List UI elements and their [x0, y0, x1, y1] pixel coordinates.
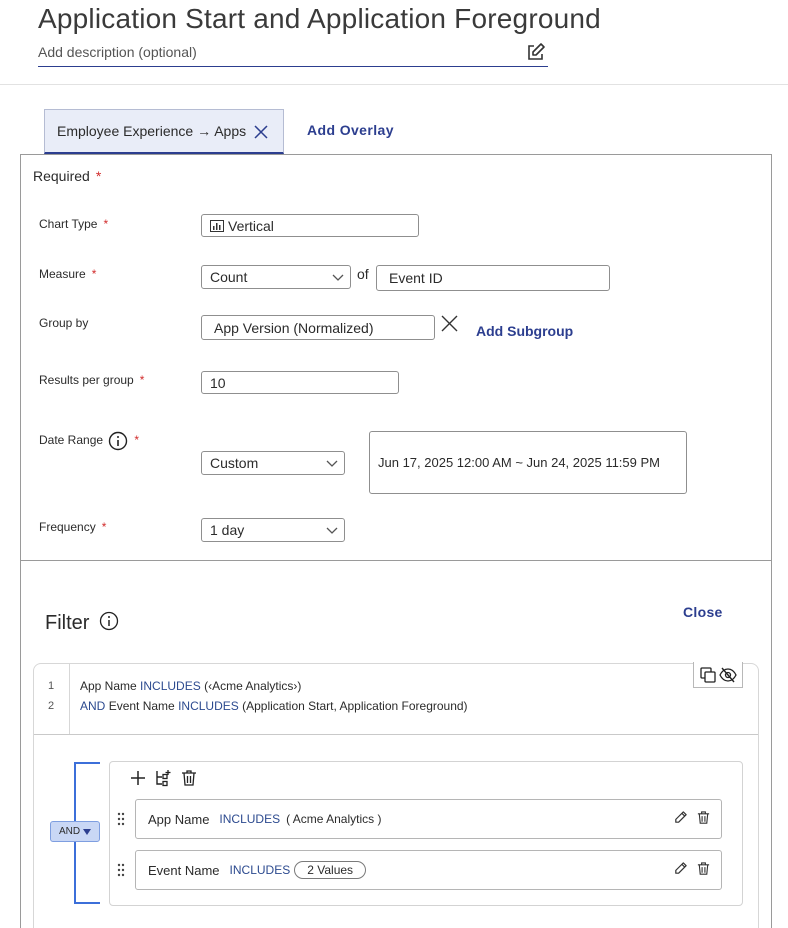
edit-icon[interactable]	[673, 810, 688, 825]
filter-title: Filter	[45, 612, 90, 634]
chart-type-value: Vertical	[228, 217, 274, 234]
rule-operator: INCLUDES	[229, 863, 291, 877]
rule-value: ( Acme Analytics )	[286, 812, 382, 826]
frequency-value: 1 day	[210, 522, 245, 538]
add-icon[interactable]	[129, 769, 147, 787]
date-range-preset-select[interactable]: Custom	[201, 451, 345, 475]
chevron-down-icon	[326, 527, 338, 534]
add-overlay-button[interactable]: Add Overlay	[307, 122, 394, 138]
measure-target-field[interactable]: Event ID	[376, 265, 610, 291]
close-icon[interactable]	[253, 124, 269, 140]
group-operator-select[interactable]: AND	[50, 821, 100, 842]
drag-handle-icon[interactable]	[116, 863, 126, 877]
copy-icon[interactable]	[699, 666, 716, 683]
edit-icon[interactable]	[526, 42, 546, 62]
chart-type-label: Chart Type *	[39, 217, 109, 231]
filter-rule[interactable]: Event Name INCLUDES 2 Values	[135, 850, 722, 890]
editor-divider	[34, 734, 758, 735]
filter-rule[interactable]: App Name INCLUDES ( Acme Analytics )	[135, 799, 722, 839]
frequency-label: Frequency *	[39, 520, 107, 534]
chart-type-select[interactable]: Vertical	[201, 214, 419, 237]
trash-icon[interactable]	[696, 810, 711, 825]
date-range-picker[interactable]: Jun 17, 2025 12:00 AM ~ Jun 24, 2025 11:…	[369, 431, 687, 494]
add-subgroup-icon[interactable]	[154, 769, 172, 787]
filter-code-line[interactable]: App Name INCLUDES (‹Acme Analytics›)	[80, 679, 301, 693]
trash-icon[interactable]	[180, 769, 198, 787]
date-range-preset-value: Custom	[210, 455, 259, 471]
measure-select[interactable]: Count	[201, 265, 351, 289]
header-divider	[0, 84, 788, 85]
group-operator-value: AND	[58, 826, 81, 837]
measure-value: Count	[210, 269, 248, 285]
rule-operator: INCLUDES	[219, 812, 281, 826]
group-by-field[interactable]: App Version (Normalized)	[201, 315, 435, 340]
tab-employee-experience-apps[interactable]: Employee Experience → Apps	[44, 109, 284, 154]
results-per-group-label: Results per group *	[39, 373, 145, 387]
description-field-wrapper	[38, 42, 548, 67]
page-title: Application Start and Application Foregr…	[38, 3, 601, 34]
chevron-down-icon	[332, 274, 344, 281]
chevron-down-icon	[326, 460, 338, 467]
edit-icon[interactable]	[673, 861, 688, 876]
rule-field: App Name	[148, 811, 210, 827]
tab-label: Employee Experience → Apps	[57, 123, 247, 139]
info-icon[interactable]	[99, 611, 119, 631]
line-number: 1	[48, 680, 55, 692]
required-star: *	[95, 168, 102, 184]
filter-code-line[interactable]: AND Event Name INCLUDES (Application Sta…	[80, 699, 468, 713]
rule-values-pill[interactable]: 2 Values	[294, 861, 367, 879]
rule-field: Event Name	[148, 862, 220, 878]
info-icon[interactable]	[108, 431, 128, 451]
caret-down-icon	[83, 828, 92, 835]
required-section-title: Required *	[33, 168, 102, 184]
filter-close-button[interactable]: Close	[683, 604, 723, 620]
hide-icon[interactable]	[718, 667, 737, 683]
results-per-group-input[interactable]: 10	[201, 371, 399, 394]
line-number: 2	[48, 700, 55, 712]
add-subgroup-button[interactable]: Add Subgroup	[476, 323, 573, 339]
results-per-group-value: 10	[210, 374, 226, 391]
date-range-label: Date Range *	[39, 431, 139, 451]
filter-code-toolbar	[693, 662, 743, 688]
group-by-label: Group by	[39, 316, 89, 330]
measure-label: Measure *	[39, 267, 97, 281]
description-input[interactable]	[38, 42, 518, 60]
section-divider	[20, 560, 772, 561]
line-number-gutter	[69, 664, 70, 734]
frequency-select[interactable]: 1 day	[201, 518, 345, 542]
measure-of-text: of	[357, 266, 369, 282]
trash-icon[interactable]	[696, 861, 711, 876]
group-by-value: App Version (Normalized)	[214, 319, 374, 336]
remove-group-icon[interactable]	[441, 315, 458, 332]
drag-handle-icon[interactable]	[116, 812, 126, 826]
date-range-value: Jun 17, 2025 12:00 AM ~ Jun 24, 2025 11:…	[378, 455, 660, 470]
bar-chart-icon	[210, 219, 224, 232]
measure-target-value: Event ID	[389, 270, 443, 286]
